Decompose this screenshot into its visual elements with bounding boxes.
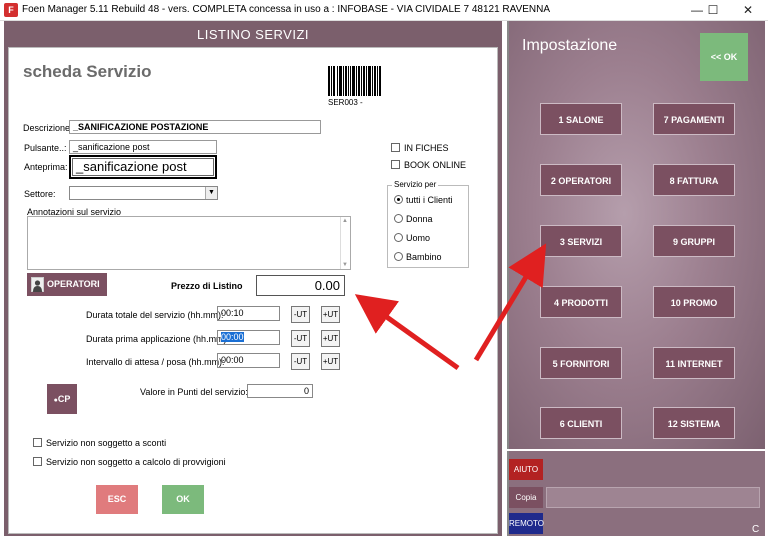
radio-tutti-clienti[interactable] [394,195,403,204]
menu-salone-button[interactable]: 1 SALONE [540,103,622,135]
settore-select[interactable]: ▼ [69,186,218,200]
anteprima-label: Anteprima: [24,162,68,172]
durata-totale-label: Durata totale del servizio (hh.mm): [86,310,224,320]
ok-button[interactable]: OK [162,485,204,514]
copia-field[interactable] [546,487,760,508]
close-button[interactable]: ✕ [733,0,763,21]
menu-prodotti-button[interactable]: 4 PRODOTTI [540,286,622,318]
descrizione-field[interactable]: _SANIFICAZIONE POSTAZIONE [69,120,321,134]
descrizione-label: Descrizione [23,123,71,133]
listino-header: LISTINO SERVIZI [4,21,502,47]
settore-label: Settore: [24,189,56,199]
intervallo-plus-button[interactable]: +UT [321,353,340,370]
prezzo-label: Prezzo di Listino [171,281,243,291]
in-fiches-checkbox[interactable] [391,143,400,152]
radio-label-tutti-clienti: tutti i Clienti [406,195,453,205]
radio-label-donna: Donna [406,214,433,224]
cp-label: CP [57,394,71,404]
menu-internet-button[interactable]: 11 INTERNET [653,347,735,379]
annotazioni-scrollbar[interactable]: ▲ ▼ [340,217,350,269]
person-icon [31,277,44,292]
durata-prima-plus-button[interactable]: +UT [321,330,340,347]
scroll-up-icon[interactable]: ▲ [342,218,348,224]
in-fiches-label: IN FICHES [404,143,449,153]
back-ok-button[interactable]: << OK [700,33,748,81]
menu-fornitori-button[interactable]: 5 FORNITORI [540,347,622,379]
menu-pagamenti-button[interactable]: 7 PAGAMENTI [653,103,735,135]
cp-button[interactable]: ●CP [47,384,77,414]
radio-uomo[interactable] [394,233,403,242]
punti-field[interactable]: 0 [247,384,313,398]
intervallo-field[interactable]: 00:00 [217,353,280,368]
annotazioni-textarea[interactable]: ▲ ▼ [27,216,351,270]
book-online-label: BOOK ONLINE [404,160,467,170]
durata-prima-minus-button[interactable]: -UT [291,330,310,347]
intervallo-label: Intervallo di attesa / posa (hh.mm): [86,357,225,367]
menu-operatori-button[interactable]: 2 OPERATORI [540,164,622,196]
barcode-code: SER003 - [328,98,363,107]
radio-label-uomo: Uomo [406,233,431,243]
durata-prima-label: Durata prima applicazione (hh.mm): [86,334,230,344]
prezzo-field[interactable]: 0.00 [256,275,345,296]
pulsante-label: Pulsante..: [24,143,67,153]
operatori-label: OPERATORI [47,279,100,289]
app-icon: F [4,3,18,17]
durata-totale-minus-button[interactable]: -UT [291,306,310,323]
radio-label-bambino: Bambino [406,252,442,262]
scroll-down-icon[interactable]: ▼ [342,262,348,268]
durata-prima-value: 00:00 [221,332,244,342]
corner-label: C [752,524,760,535]
menu-gruppi-button[interactable]: 9 GRUPPI [653,225,735,257]
remoto-button[interactable]: REMOTO [509,513,544,534]
no-provvigioni-label: Servizio non soggetto a calcolo di provv… [46,457,226,467]
esc-button[interactable]: ESC [96,485,138,514]
no-provvigioni-checkbox[interactable] [33,457,42,466]
book-online-checkbox[interactable] [391,160,400,169]
menu-fattura-button[interactable]: 8 FATTURA [653,164,735,196]
menu-clienti-button[interactable]: 6 CLIENTI [540,407,622,439]
radio-bambino[interactable] [394,252,403,261]
anteprima-preview: _sanificazione post [69,155,217,179]
no-sconti-checkbox[interactable] [33,438,42,447]
window-title: Foen Manager 5.11 Rebuild 48 - vers. COM… [22,4,551,15]
chevron-down-icon[interactable]: ▼ [205,187,217,199]
copia-button[interactable]: Copia [509,487,543,508]
no-sconti-label: Servizio non soggetto a sconti [46,438,167,448]
operatori-button[interactable]: OPERATORI [27,273,107,296]
aiuto-button[interactable]: AIUTO [509,459,543,480]
form-title: scheda Servizio [23,62,152,81]
maximize-button[interactable]: ☐ [698,0,728,21]
durata-totale-plus-button[interactable]: +UT [321,306,340,323]
radio-donna[interactable] [394,214,403,223]
intervallo-minus-button[interactable]: -UT [291,353,310,370]
barcode-image [328,66,381,96]
menu-servizi-button[interactable]: 3 SERVIZI [540,225,622,257]
servizio-per-title: Servizio per [392,180,439,189]
durata-totale-field[interactable]: 00:10 [217,306,280,321]
impostazione-title: Impostazione [522,37,618,54]
menu-sistema-button[interactable]: 12 SISTEMA [653,407,735,439]
pulsante-field[interactable]: _sanificazione post [69,140,217,154]
menu-promo-button[interactable]: 10 PROMO [653,286,735,318]
punti-label: Valore in Punti del servizio: [140,387,248,397]
durata-prima-field[interactable]: 00:00 [217,330,280,345]
